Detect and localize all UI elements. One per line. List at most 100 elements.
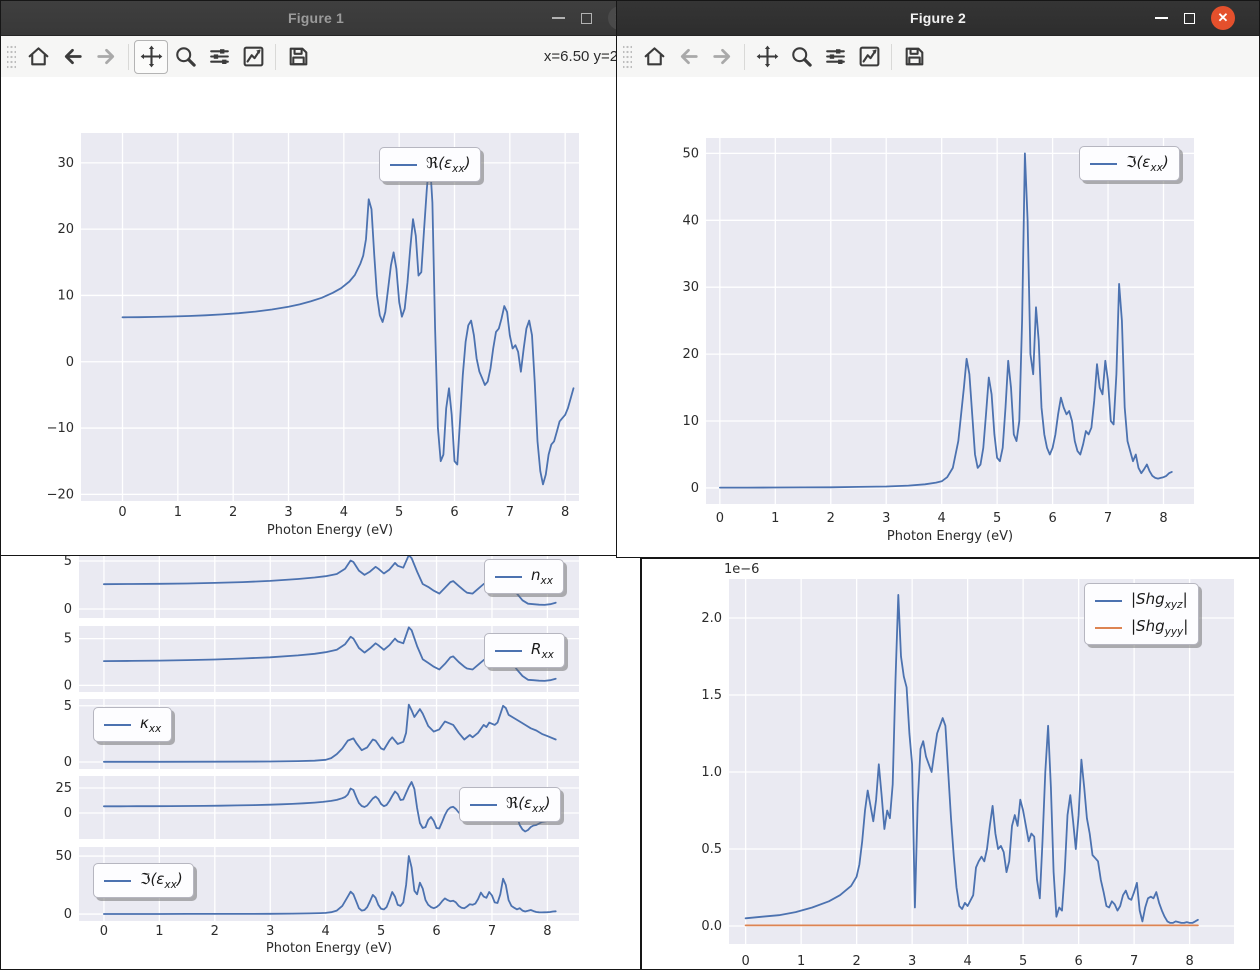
edit-parameters-icon bbox=[241, 44, 266, 69]
configure-subplots-button[interactable] bbox=[202, 40, 236, 74]
back-button[interactable] bbox=[55, 40, 89, 74]
x-tick-label: 0 bbox=[118, 505, 126, 520]
figure4-window[interactable]: 0.00.51.01.52.00123456781e−6|Shgxyz||Shg… bbox=[641, 558, 1260, 970]
x-tick-label: 0 bbox=[716, 511, 724, 526]
x-axis-label: Photon Energy (eV) bbox=[267, 523, 393, 538]
plot-legend: |Shgxyz||Shgyyy| bbox=[1084, 583, 1199, 645]
legend-line-swatch bbox=[1095, 600, 1122, 602]
x-tick-label: 2 bbox=[229, 505, 237, 520]
legend-label: Rxx bbox=[531, 640, 554, 661]
plot-legend: nxx bbox=[484, 559, 564, 594]
figure3-plot-canvas[interactable]: 050505025050012345678Photon Energy (eV)n… bbox=[1, 549, 640, 969]
legend-entry: nxx bbox=[495, 564, 553, 589]
toolbar-grip[interactable] bbox=[623, 44, 632, 70]
edit-parameters-button[interactable] bbox=[236, 40, 270, 74]
y-tick-label: 0 bbox=[64, 602, 72, 617]
plot-area bbox=[706, 138, 1194, 504]
y-tick-label: 10 bbox=[57, 288, 74, 303]
y-tick-label: 30 bbox=[682, 280, 699, 295]
plot-legend: κxx bbox=[93, 707, 172, 742]
forward-button[interactable] bbox=[89, 40, 123, 74]
figure2-window[interactable]: Figure 2 ✕ 01020304050012345678Photon En… bbox=[616, 0, 1260, 558]
x-tick-label: 4 bbox=[322, 924, 330, 939]
x-tick-label: 8 bbox=[1159, 511, 1167, 526]
x-tick-label: 4 bbox=[938, 511, 946, 526]
figure1-window[interactable]: Figure 1 ✕ x=6.50 y=26.6 −20−10010203001… bbox=[0, 0, 632, 556]
x-tick-label: 6 bbox=[432, 924, 440, 939]
y-tick-label: 20 bbox=[57, 222, 74, 237]
figure3-figure-svg: 050505025050012345678Photon Energy (eV) bbox=[1, 549, 640, 969]
maximize-icon[interactable] bbox=[1184, 13, 1195, 24]
pan-button[interactable] bbox=[134, 40, 168, 74]
figure1-toolbar: x=6.50 y=26.6 bbox=[1, 36, 631, 78]
y-tick-label: 5 bbox=[64, 699, 72, 714]
y-tick-label: 30 bbox=[57, 156, 74, 171]
x-tick-label: 8 bbox=[1185, 954, 1193, 969]
plot-legend: ℑ(εxx) bbox=[1079, 146, 1180, 181]
window-title: Figure 1 bbox=[288, 10, 344, 26]
back-button[interactable] bbox=[671, 40, 705, 74]
zoom-button[interactable] bbox=[168, 40, 202, 74]
back-icon bbox=[676, 44, 701, 69]
toolbar-separator bbox=[128, 44, 129, 70]
forward-button[interactable] bbox=[705, 40, 739, 74]
close-icon[interactable]: ✕ bbox=[1211, 6, 1235, 30]
configure-subplots-icon bbox=[823, 44, 848, 69]
figure1-figure-svg: −20−100102030012345678Photon Energy (eV) bbox=[1, 77, 631, 557]
toolbar-grip[interactable] bbox=[7, 44, 16, 70]
home-icon bbox=[26, 44, 51, 69]
legend-entry: Rxx bbox=[495, 638, 554, 663]
y-tick-label: 50 bbox=[682, 146, 699, 161]
y-tick-label: 25 bbox=[55, 781, 72, 796]
figure1-titlebar[interactable]: Figure 1 ✕ bbox=[1, 1, 631, 36]
window-title: Figure 2 bbox=[910, 10, 966, 26]
x-tick-label: 7 bbox=[488, 924, 496, 939]
minimize-icon[interactable] bbox=[552, 17, 565, 19]
x-tick-label: 7 bbox=[1130, 954, 1138, 969]
x-tick-label: 0 bbox=[742, 954, 750, 969]
y-tick-label: 0.0 bbox=[701, 919, 722, 934]
pan-icon bbox=[139, 44, 164, 69]
legend-line-swatch bbox=[1095, 627, 1122, 629]
y-tick-label: 0.5 bbox=[701, 842, 722, 857]
home-button[interactable] bbox=[637, 40, 671, 74]
zoom-icon bbox=[789, 44, 814, 69]
legend-label: κxx bbox=[140, 714, 161, 735]
edit-parameters-button[interactable] bbox=[852, 40, 886, 74]
plot-legend: ℑ(εxx) bbox=[93, 863, 194, 898]
home-button[interactable] bbox=[21, 40, 55, 74]
x-tick-label: 0 bbox=[100, 924, 108, 939]
figure3-window[interactable]: 050505025050012345678Photon Energy (eV)n… bbox=[0, 548, 641, 970]
figure1-plot-canvas[interactable]: −20−100102030012345678Photon Energy (eV)… bbox=[1, 77, 631, 555]
y-tick-label: 10 bbox=[682, 414, 699, 429]
legend-line-swatch bbox=[390, 164, 417, 166]
y-tick-label: 0 bbox=[64, 678, 72, 693]
figure2-titlebar[interactable]: Figure 2 ✕ bbox=[617, 1, 1259, 36]
x-tick-label: 6 bbox=[1074, 954, 1082, 969]
save-button[interactable] bbox=[897, 40, 931, 74]
y-tick-label: 40 bbox=[682, 213, 699, 228]
legend-line-swatch bbox=[495, 576, 522, 578]
plot-legend: Rxx bbox=[484, 633, 565, 668]
figure2-plot-canvas[interactable]: 01020304050012345678Photon Energy (eV)ℑ(… bbox=[617, 77, 1259, 557]
x-tick-label: 3 bbox=[882, 511, 890, 526]
x-tick-label: 8 bbox=[561, 505, 569, 520]
x-tick-label: 1 bbox=[771, 511, 779, 526]
maximize-icon[interactable] bbox=[581, 13, 592, 24]
forward-icon bbox=[710, 44, 735, 69]
legend-entry: |Shgyyy| bbox=[1095, 615, 1188, 640]
zoom-button[interactable] bbox=[784, 40, 818, 74]
minimize-icon[interactable] bbox=[1155, 17, 1168, 19]
y-tick-label: 0 bbox=[64, 755, 72, 770]
x-tick-label: 5 bbox=[395, 505, 403, 520]
y-tick-label: 20 bbox=[682, 347, 699, 362]
legend-entry: ℜ(εxx) bbox=[470, 792, 550, 817]
y-tick-label: 5 bbox=[64, 632, 72, 647]
configure-subplots-button[interactable] bbox=[818, 40, 852, 74]
pan-icon bbox=[755, 44, 780, 69]
save-button[interactable] bbox=[281, 40, 315, 74]
legend-entry: ℑ(εxx) bbox=[1090, 151, 1169, 176]
legend-entry: ℑ(εxx) bbox=[104, 868, 183, 893]
pan-button[interactable] bbox=[750, 40, 784, 74]
figure4-plot-canvas[interactable]: 0.00.51.01.52.00123456781e−6|Shgxyz||Shg… bbox=[642, 559, 1259, 969]
